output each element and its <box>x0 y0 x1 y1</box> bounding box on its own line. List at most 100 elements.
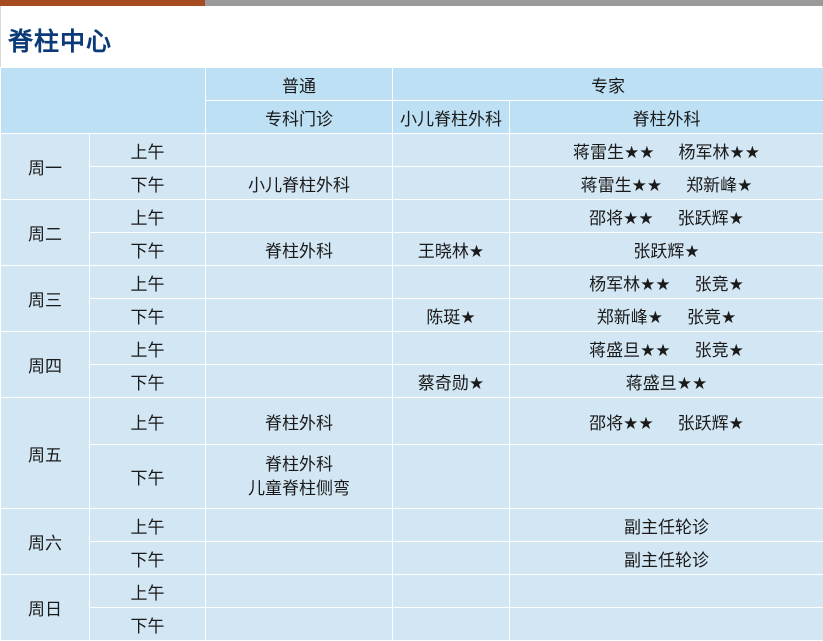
day-cell-tuesday: 周二 <box>0 199 90 266</box>
spine-expert-cell: 邵将★★ 张跃辉★ <box>509 397 823 445</box>
doctor-name: 邵将★★ <box>589 413 654 434</box>
regular-clinic-cell <box>205 133 393 167</box>
regular-clinic-cell <box>205 199 393 233</box>
session-cell: 上午 <box>89 574 206 608</box>
doctor-name: 杨军林★★ <box>678 142 760 163</box>
clinic-schedule-table: 普通 专家 专科门诊 小儿脊柱外科 脊柱外科 周一 上午 蒋雷生★★ 杨军林★★… <box>0 67 823 641</box>
regular-clinic-cell <box>205 508 393 542</box>
spine-expert-cell: 蒋雷生★★ 杨军林★★ <box>509 133 823 167</box>
table-row: 下午 副主任轮诊 <box>1 541 823 575</box>
regular-clinic-cell <box>205 265 393 299</box>
session-cell: 上午 <box>89 397 206 445</box>
clinic-line: 脊柱外科 <box>265 454 333 475</box>
header-specialty-clinic: 专科门诊 <box>205 100 393 134</box>
table-row: 下午 <box>1 607 823 641</box>
day-cell-monday: 周一 <box>0 133 90 200</box>
spine-expert-cell: 蒋雷生★★ 郑新峰★ <box>509 166 823 200</box>
session-cell: 上午 <box>89 331 206 365</box>
spine-expert-cell: 蒋盛旦★★ <box>509 364 823 398</box>
pediatric-spine-cell: 王晓林★ <box>392 232 510 266</box>
table-row: 周六 上午 副主任轮诊 <box>0 508 823 575</box>
doctor-name: 邵将★★ <box>589 208 654 229</box>
session-cell: 下午 <box>89 166 206 200</box>
pediatric-spine-cell <box>392 607 510 641</box>
spine-expert-cell: 郑新峰★ 张竞★ <box>509 298 823 332</box>
day-cell-friday: 周五 <box>0 397 90 509</box>
table-row: 周二 上午 邵将★★ 张跃辉★ <box>0 199 823 266</box>
spine-expert-cell: 张跃辉★ <box>509 232 823 266</box>
day-cell-saturday: 周六 <box>0 508 90 575</box>
spine-expert-cell <box>509 574 823 608</box>
pediatric-spine-cell <box>392 331 510 365</box>
spine-expert-cell: 副主任轮诊 <box>509 541 823 575</box>
regular-clinic-cell <box>205 298 393 332</box>
day-cell-sunday: 周日 <box>0 574 90 641</box>
doctor-name: 张跃辉★ <box>633 241 700 262</box>
spine-expert-cell: 杨军林★★ 张竞★ <box>509 265 823 299</box>
regular-clinic-cell: 脊柱外科 <box>205 232 393 266</box>
pediatric-spine-cell <box>392 444 510 509</box>
table-row: 下午 陈珽★ 郑新峰★ 张竞★ <box>1 298 823 332</box>
regular-clinic-cell: 脊柱外科 儿童脊柱侧弯 <box>205 444 393 509</box>
pediatric-spine-cell <box>392 199 510 233</box>
doctor-name: 蒋雷生★★ <box>580 175 663 196</box>
table-row: 下午 脊柱外科 儿童脊柱侧弯 <box>1 444 823 509</box>
regular-clinic-cell <box>205 331 393 365</box>
doctor-name: 张跃辉★ <box>677 413 744 434</box>
session-cell: 下午 <box>89 444 206 509</box>
spine-expert-cell <box>509 444 823 509</box>
doctor-name: 蒋盛旦★★ <box>625 373 708 394</box>
session-cell: 下午 <box>89 364 206 398</box>
header-pediatric-spine: 小儿脊柱外科 <box>392 100 510 134</box>
pediatric-spine-cell <box>392 265 510 299</box>
pediatric-spine-cell <box>392 397 510 445</box>
doctor-name: 张跃辉★ <box>677 208 744 229</box>
doctor-name: 杨军林★★ <box>589 274 671 295</box>
header-group-regular: 普通 <box>205 67 393 101</box>
doctor-name: 张竞★ <box>694 340 744 361</box>
session-cell: 上午 <box>89 265 206 299</box>
page-title: 脊柱中心 <box>8 27 113 56</box>
table-row: 周一 上午 蒋雷生★★ 杨军林★★ <box>0 133 823 200</box>
header-spine-surgery: 脊柱外科 <box>509 100 823 134</box>
spine-expert-cell <box>509 607 823 641</box>
header-corner <box>0 67 206 134</box>
table-row: 下午 脊柱外科 王晓林★ 张跃辉★ <box>1 232 823 266</box>
doctor-name: 郑新峰★ <box>596 307 663 328</box>
session-cell: 下午 <box>89 607 206 641</box>
pediatric-spine-cell <box>392 508 510 542</box>
regular-clinic-cell <box>205 607 393 641</box>
pediatric-spine-cell <box>392 133 510 167</box>
table-row: 周五 上午 脊柱外科 邵将★★ 张跃辉★ <box>0 397 823 509</box>
table-row: 周三 上午 杨军林★★ 张竞★ <box>0 265 823 332</box>
clinic-line: 儿童脊柱侧弯 <box>248 478 350 499</box>
day-cell-thursday: 周四 <box>0 331 90 398</box>
spine-expert-cell: 副主任轮诊 <box>509 508 823 542</box>
pediatric-spine-cell: 蔡奇勋★ <box>392 364 510 398</box>
pediatric-spine-cell <box>392 541 510 575</box>
session-cell: 下午 <box>89 232 206 266</box>
regular-clinic-cell: 小儿脊柱外科 <box>205 166 393 200</box>
day-cell-wednesday: 周三 <box>0 265 90 332</box>
table-row: 下午 小儿脊柱外科 蒋雷生★★ 郑新峰★ <box>1 166 823 200</box>
doctor-name: 张竞★ <box>694 274 744 295</box>
table-row: 周四 上午 蒋盛旦★★ 张竞★ <box>0 331 823 398</box>
pediatric-spine-cell <box>392 574 510 608</box>
table-row: 下午 蔡奇勋★ 蒋盛旦★★ <box>1 364 823 398</box>
doctor-name: 蒋雷生★★ <box>573 142 655 163</box>
pediatric-spine-cell <box>392 166 510 200</box>
spine-expert-cell: 蒋盛旦★★ 张竞★ <box>509 331 823 365</box>
doctor-name: 张竞★ <box>687 307 737 328</box>
doctor-name: 蒋盛旦★★ <box>589 340 671 361</box>
session-cell: 下午 <box>89 298 206 332</box>
spine-expert-cell: 邵将★★ 张跃辉★ <box>509 199 823 233</box>
session-cell: 上午 <box>89 508 206 542</box>
regular-clinic-cell <box>205 364 393 398</box>
session-cell: 上午 <box>89 133 206 167</box>
regular-clinic-cell <box>205 574 393 608</box>
header-row-groups: 普通 专家 <box>0 67 823 134</box>
header-group-expert: 专家 <box>392 67 823 101</box>
session-cell: 上午 <box>89 199 206 233</box>
regular-clinic-cell: 脊柱外科 <box>205 397 393 445</box>
regular-clinic-cell <box>205 541 393 575</box>
